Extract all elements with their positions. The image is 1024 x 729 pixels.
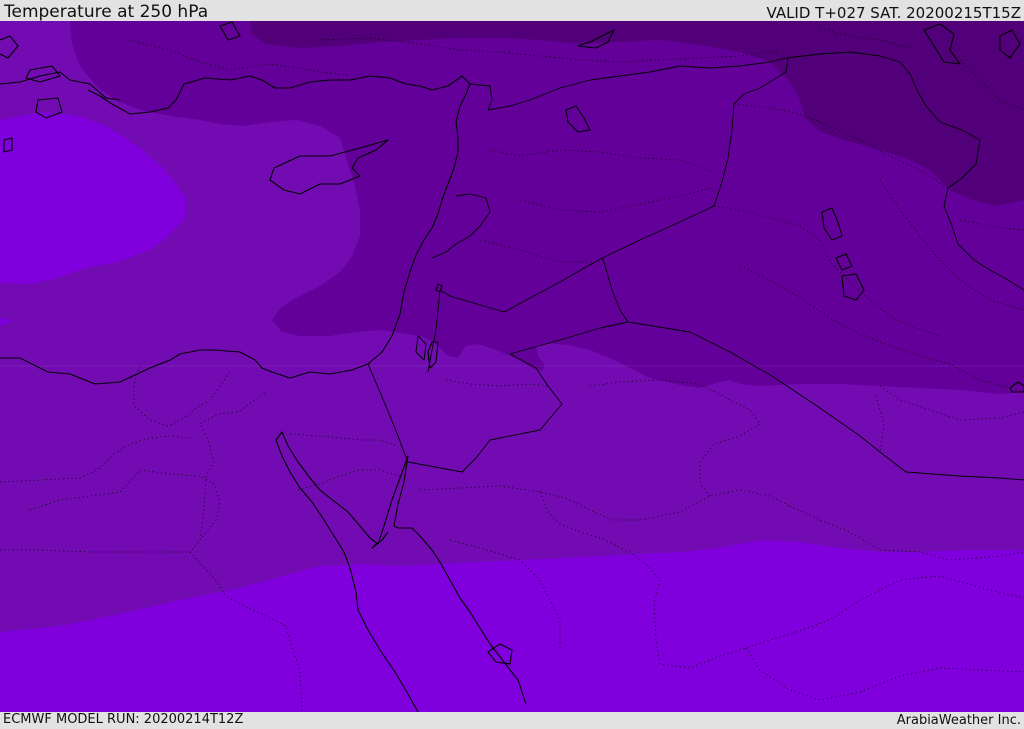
- header-bar: Temperature at 250 hPa VALID T+027 SAT. …: [0, 0, 1024, 22]
- temperature-map[interactable]: [0, 21, 1024, 712]
- credit-label: ArabiaWeather Inc.: [896, 713, 1021, 728]
- footer-bar: ECMWF MODEL RUN: 20200214T12Z ArabiaWeat…: [0, 712, 1024, 729]
- map-title: Temperature at 250 hPa: [4, 2, 209, 22]
- map-canvas[interactable]: [0, 21, 1024, 712]
- valid-time: VALID T+027 SAT. 20200215T15Z: [766, 4, 1021, 22]
- model-run-label: ECMWF MODEL RUN: 20200214T12Z: [3, 712, 244, 727]
